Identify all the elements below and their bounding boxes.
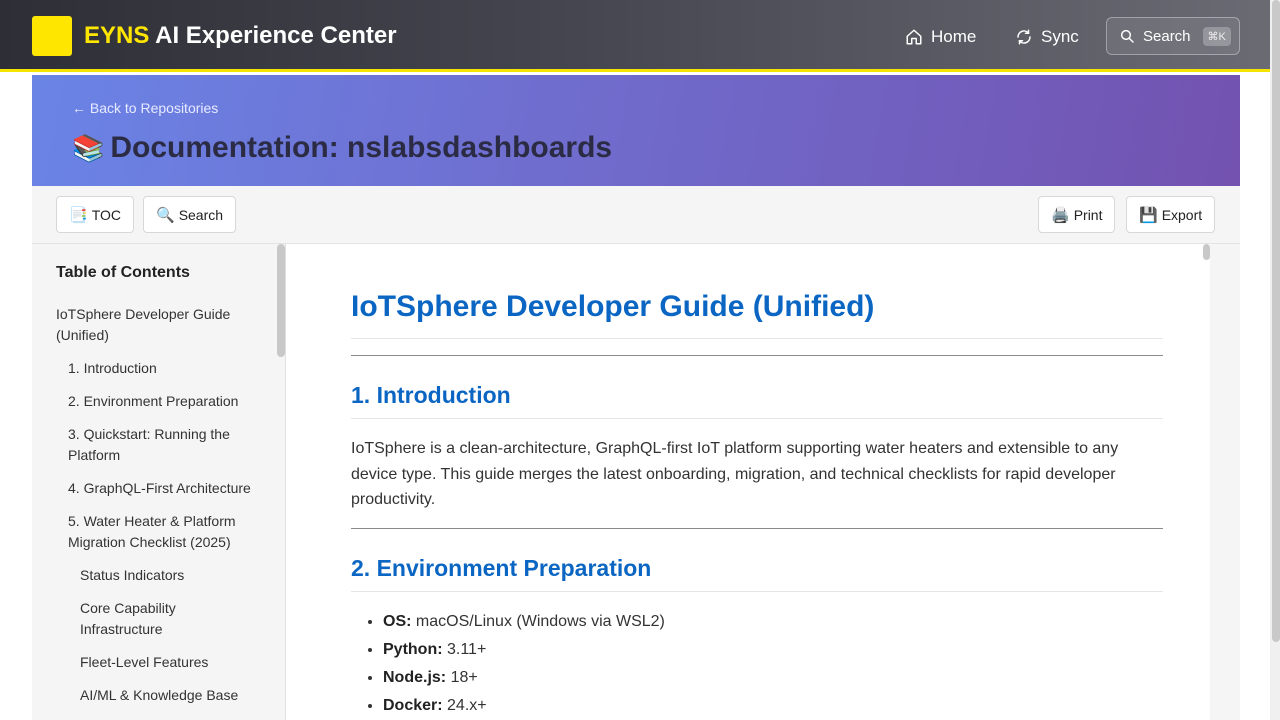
books-icon: 📚 bbox=[72, 133, 105, 163]
toc-item[interactable]: Fleet-Level Features bbox=[56, 652, 256, 673]
doc-heading-main: IoTSphere Developer Guide (Unified) bbox=[351, 290, 875, 323]
intro-paragraph: IoTSphere is a clean-architecture, Graph… bbox=[351, 440, 1119, 508]
export-button-label: Export bbox=[1161, 206, 1203, 223]
brand-name: AI Experience Center bbox=[149, 22, 397, 49]
toc-item[interactable]: AI/ML & Knowledge Base bbox=[56, 685, 256, 706]
global-search-button[interactable]: Search ⌘K bbox=[1106, 17, 1240, 55]
print-button[interactable]: 🖨️ Print bbox=[1038, 196, 1116, 233]
doc-toolbar: 📑 TOC 🔍 Search 🖨️ Print 💾 Export bbox=[32, 186, 1240, 244]
heading-underline bbox=[351, 338, 1163, 339]
section-heading-introduction: 1. Introduction bbox=[351, 382, 511, 408]
floppy-disk-icon: 💾 bbox=[1139, 206, 1158, 224]
section-divider bbox=[351, 528, 1163, 529]
section-divider bbox=[351, 355, 1163, 356]
list-item-value: 24.x+ bbox=[442, 697, 487, 714]
heading-underline bbox=[351, 418, 1163, 419]
page-title-text: Documentation: nslabsdashboards bbox=[110, 131, 613, 164]
sidebar-scrollbar[interactable] bbox=[277, 244, 285, 357]
list-item-value: 18+ bbox=[446, 669, 478, 686]
back-to-repositories-link[interactable]: ← Back to Repositories bbox=[72, 100, 218, 116]
search-shortcut-badge: ⌘K bbox=[1202, 26, 1231, 46]
home-icon bbox=[906, 29, 922, 45]
app-title[interactable]: EYNS AI Experience Center bbox=[84, 22, 397, 50]
export-button[interactable]: 💾 Export bbox=[1126, 196, 1216, 233]
section-heading-environment: 2. Environment Preparation bbox=[351, 555, 652, 581]
toc-icon: 📑 bbox=[69, 206, 88, 224]
toc-item[interactable]: Core Capability Infrastructure bbox=[56, 598, 256, 640]
toc-sidebar: Table of Contents IoTSphere Developer Gu… bbox=[32, 244, 286, 720]
list-item-value: macOS/Linux (Windows via WSL2) bbox=[411, 613, 665, 630]
list-item: Node.js: 18+ bbox=[383, 664, 665, 692]
printer-icon: 🖨️ bbox=[1051, 206, 1070, 224]
doc-search-label: Search bbox=[178, 206, 224, 223]
toc-button[interactable]: 📑 TOC bbox=[56, 196, 134, 233]
toc-list: IoTSphere Developer Guide (Unified) 1. I… bbox=[56, 304, 256, 718]
toc-item[interactable]: IoTSphere Developer Guide (Unified) bbox=[56, 304, 256, 346]
list-item-value: 3.11+ bbox=[442, 641, 487, 658]
top-navbar: EYNS AI Experience Center Home Sync Sear… bbox=[0, 0, 1280, 72]
list-item-key: Node.js: bbox=[383, 669, 447, 686]
toc-item[interactable]: 4. GraphQL-First Architecture bbox=[56, 478, 256, 499]
list-item: Python: 3.11+ bbox=[383, 636, 665, 664]
list-item-key: Docker: bbox=[383, 697, 443, 714]
toc-title: Table of Contents bbox=[56, 264, 190, 281]
heading-underline bbox=[351, 591, 1163, 592]
nav-home-label: Home bbox=[931, 27, 977, 46]
print-button-label: Print bbox=[1073, 206, 1103, 223]
doc-header-banner: ← Back to Repositories 📚 Documentation: n… bbox=[32, 75, 1240, 186]
sync-icon bbox=[1017, 29, 1031, 45]
toc-item[interactable]: 3. Quickstart: Running the Platform bbox=[56, 424, 256, 466]
nav-home-link[interactable]: Home bbox=[905, 24, 976, 50]
logo[interactable] bbox=[32, 16, 72, 56]
doc-content: IoTSphere Developer Guide (Unified) 1. I… bbox=[286, 244, 1206, 720]
toc-item[interactable]: 1. Introduction bbox=[56, 358, 256, 379]
page-title: 📚 Documentation: nslabsdashboards bbox=[72, 131, 612, 165]
doc-search-button[interactable]: 🔍 Search bbox=[143, 196, 237, 233]
list-item-key: OS: bbox=[383, 613, 412, 630]
toc-button-label: TOC bbox=[91, 206, 121, 223]
search-icon bbox=[1120, 29, 1134, 43]
list-item: OS: macOS/Linux (Windows via WSL2) bbox=[383, 608, 665, 636]
nav-sync-button[interactable]: Sync bbox=[1015, 24, 1079, 50]
nav-sync-label: Sync bbox=[1041, 27, 1079, 46]
magnifier-icon: 🔍 bbox=[156, 206, 175, 224]
content-gutter bbox=[1210, 244, 1240, 720]
environment-list: OS: macOS/Linux (Windows via WSL2) Pytho… bbox=[383, 608, 665, 720]
brand-accent: EYNS bbox=[84, 22, 150, 49]
page-scrollbar-thumb[interactable] bbox=[1272, 0, 1280, 642]
toc-item[interactable]: Status Indicators bbox=[56, 565, 256, 586]
list-item-key: Python: bbox=[383, 641, 443, 658]
global-search-label: Search bbox=[1143, 27, 1191, 45]
list-item: Docker: 24.x+ bbox=[383, 692, 665, 720]
toc-item[interactable]: 2. Environment Preparation bbox=[56, 391, 256, 412]
toc-item[interactable]: 5. Water Heater & Platform Migration Che… bbox=[56, 511, 256, 553]
content-scrollbar[interactable] bbox=[1203, 244, 1210, 260]
